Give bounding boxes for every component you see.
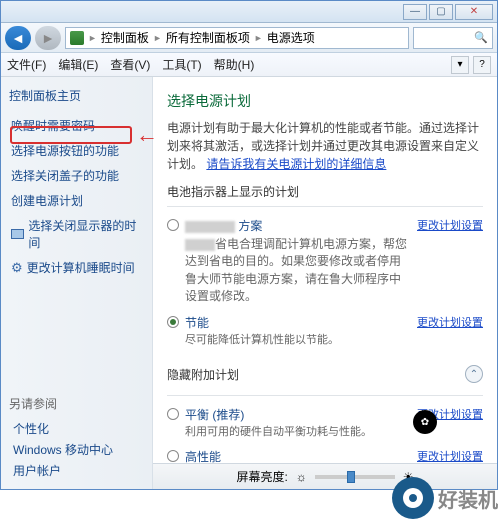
- search-input[interactable]: 🔍: [413, 27, 493, 49]
- plan-group-shown: 方案 省电合理调配计算机电源方案，帮您达到省电的目的。如果您要修改或者停用鲁大师…: [167, 213, 483, 352]
- help-icon[interactable]: ?: [473, 56, 491, 74]
- back-icon: ◄: [11, 30, 25, 46]
- close-button[interactable]: ✕: [455, 4, 493, 20]
- page-title: 选择电源计划: [167, 91, 483, 111]
- menu-right: ▾ ?: [451, 56, 491, 74]
- monitor-icon: [11, 229, 24, 239]
- content: 控制面板主页 唤醒时需要密码 选择电源按钮的功能 选择关闭盖子的功能 创建电源计…: [1, 77, 497, 489]
- hidden-plans-header: 隐藏附加计划 ⌃: [167, 360, 483, 389]
- notification-badge[interactable]: ✿: [413, 410, 437, 434]
- sidebar-item-sleep-time[interactable]: ⚙更改计算机睡眠时间: [9, 256, 144, 279]
- menu-view[interactable]: 查看(V): [110, 56, 150, 73]
- forward-button[interactable]: ►: [35, 26, 61, 50]
- back-button[interactable]: ◄: [5, 26, 31, 50]
- forward-icon: ►: [41, 30, 55, 46]
- plan-desc: 省电合理调配计算机电源方案，帮您达到省电的目的。如果您要修改或者停用鲁大师节能电…: [185, 236, 411, 306]
- divider: [167, 206, 483, 207]
- minimize-button[interactable]: —: [403, 4, 427, 20]
- breadcrumb-sep: ►: [153, 33, 162, 43]
- organize-icon[interactable]: ▾: [451, 56, 469, 74]
- more-info-link[interactable]: 请告诉我有关电源计划的详细信息: [206, 157, 386, 171]
- plan-desc: 利用可用的硬件自动平衡功耗与性能。: [185, 425, 411, 440]
- breadcrumb-sep: ►: [254, 33, 263, 43]
- plan-row: 方案 省电合理调配计算机电源方案，帮您达到省电的目的。如果您要修改或者停用鲁大师…: [167, 213, 483, 310]
- radio-plan4[interactable]: [167, 450, 179, 462]
- menu-help[interactable]: 帮助(H): [214, 56, 255, 73]
- plan-desc: 尽可能降低计算机性能以节能。: [185, 333, 411, 348]
- radio-plan2[interactable]: [167, 316, 179, 328]
- sidebar-item-wake-password[interactable]: 唤醒时需要密码: [9, 114, 144, 137]
- breadcrumb-sep: ►: [88, 33, 97, 43]
- battery-plans-label: 电池指示器上显示的计划: [167, 183, 483, 200]
- hidden-plans-label: 隐藏附加计划: [167, 366, 239, 383]
- sidebar-item-power-button[interactable]: 选择电源按钮的功能: [9, 139, 144, 162]
- sidebar-link-personalize[interactable]: 个性化: [9, 418, 117, 439]
- sidebar-item-create-plan[interactable]: 创建电源计划: [9, 189, 144, 212]
- breadcrumb-item[interactable]: 电源选项: [267, 29, 315, 46]
- sidebar-item-display-off[interactable]: 选择关闭显示器的时间: [9, 214, 144, 254]
- slider-thumb[interactable]: [347, 471, 355, 483]
- sidebar-bottom: 另请参阅 个性化 Windows 移动中心 用户帐户: [9, 395, 117, 481]
- navbar: ◄ ► ► 控制面板 ► 所有控制面板项 ► 电源选项 🔍: [1, 23, 497, 53]
- change-plan-link[interactable]: 更改计划设置: [417, 448, 483, 464]
- see-also-heading: 另请参阅: [9, 395, 117, 412]
- breadcrumb-item[interactable]: 控制面板: [101, 29, 149, 46]
- collapse-button[interactable]: ⌃: [465, 365, 483, 383]
- plan-name: 平衡 (推荐): [185, 408, 244, 422]
- plan-row: 节能 尽可能降低计算机性能以节能。 更改计划设置: [167, 310, 483, 352]
- sidebar-heading: 控制面板主页: [9, 87, 144, 104]
- sun-dim-icon: ☼: [296, 470, 307, 484]
- page-description: 电源计划有助于最大化计算机的性能或者节能。通过选择计划来将其激活，或选择计划并通…: [167, 119, 483, 173]
- search-icon: 🔍: [474, 31, 488, 44]
- gear-icon: ⚙: [11, 260, 23, 276]
- divider: [167, 395, 483, 396]
- brightness-slider[interactable]: [315, 475, 395, 479]
- main-panel: 选择电源计划 电源计划有助于最大化计算机的性能或者节能。通过选择计划来将其激活，…: [153, 77, 497, 489]
- watermark-text: 好装机: [438, 484, 498, 513]
- brightness-label: 屏幕亮度:: [236, 468, 287, 485]
- menu-file[interactable]: 文件(F): [7, 56, 46, 73]
- window: — ▢ ✕ ◄ ► ► 控制面板 ► 所有控制面板项 ► 电源选项 🔍 文件(F…: [0, 0, 498, 490]
- menubar: 文件(F) 编辑(E) 查看(V) 工具(T) 帮助(H) ▾ ?: [1, 53, 497, 77]
- breadcrumb[interactable]: ► 控制面板 ► 所有控制面板项 ► 电源选项: [65, 27, 409, 49]
- menu-edit[interactable]: 编辑(E): [58, 56, 98, 73]
- breadcrumb-item[interactable]: 所有控制面板项: [166, 29, 250, 46]
- sidebar-link-mobility[interactable]: Windows 移动中心: [9, 439, 117, 460]
- change-plan-link[interactable]: 更改计划设置: [417, 217, 483, 233]
- plan-name: 节能: [185, 316, 209, 330]
- radio-plan1[interactable]: [167, 219, 179, 231]
- change-plan-link[interactable]: 更改计划设置: [417, 314, 483, 330]
- watermark-logo: [392, 477, 434, 519]
- radio-plan3[interactable]: [167, 408, 179, 420]
- watermark: 好装机: [392, 477, 498, 519]
- maximize-button[interactable]: ▢: [429, 4, 453, 20]
- sidebar-item-lid-close[interactable]: 选择关闭盖子的功能: [9, 164, 144, 187]
- plan-name: 方案: [185, 219, 262, 233]
- power-icon: [70, 31, 84, 45]
- menu-tools[interactable]: 工具(T): [162, 56, 201, 73]
- sidebar: 控制面板主页 唤醒时需要密码 选择电源按钮的功能 选择关闭盖子的功能 创建电源计…: [1, 77, 153, 489]
- titlebar: — ▢ ✕: [1, 1, 497, 23]
- sidebar-link-users[interactable]: 用户帐户: [9, 460, 117, 481]
